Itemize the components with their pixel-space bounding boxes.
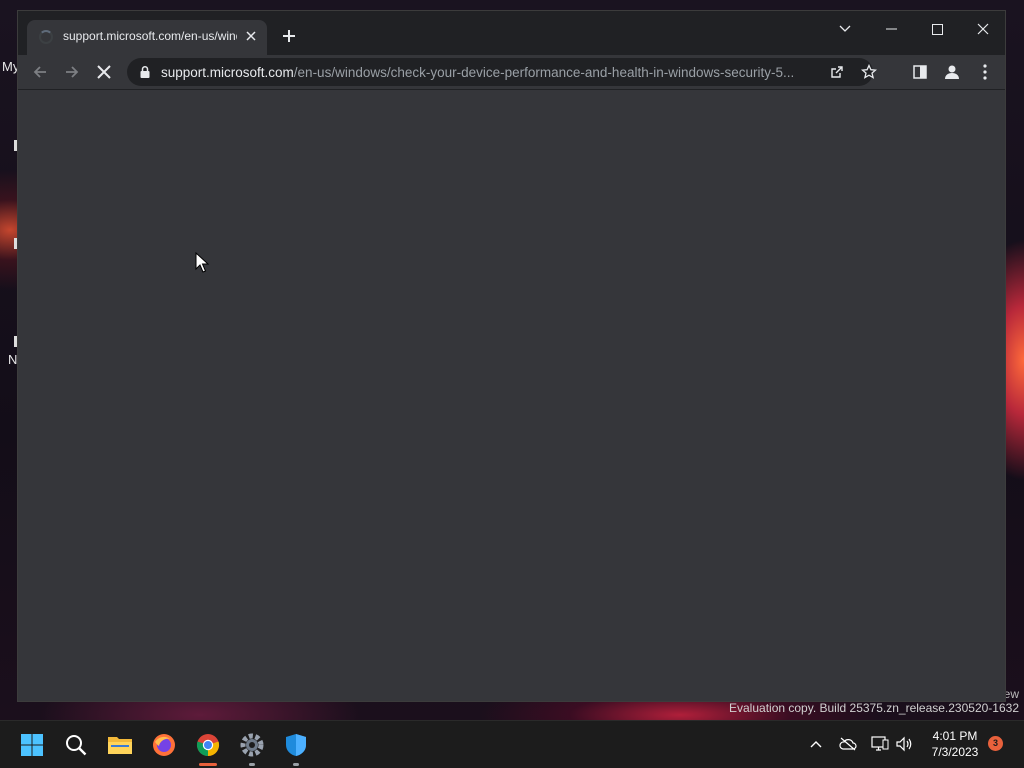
- url-host: support.microsoft.com: [161, 65, 294, 80]
- active-app-indicator: [199, 763, 217, 766]
- running-app-indicator: [293, 763, 299, 766]
- side-panel-icon[interactable]: [908, 60, 932, 84]
- browser-toolbar: support.microsoft.com/en-us/windows/chec…: [18, 55, 1005, 90]
- share-icon[interactable]: [825, 60, 849, 84]
- windows-security-icon[interactable]: [280, 729, 312, 766]
- tab-search-chevron-down-icon[interactable]: [825, 15, 865, 43]
- system-clock[interactable]: 4:01 PM 7/3/2023: [920, 728, 990, 760]
- clock-time: 4:01 PM: [932, 729, 978, 743]
- back-arrow-icon[interactable]: [28, 60, 52, 84]
- notification-count-badge[interactable]: 3: [988, 736, 1003, 751]
- taskbar: 4:01 PM 7/3/2023: [0, 720, 1024, 768]
- chrome-icon[interactable]: [192, 729, 224, 766]
- browser-window: support.microsoft.com/en-us/windows/chec…: [17, 10, 1006, 702]
- new-tab-button[interactable]: [277, 25, 301, 49]
- tab-title: support.microsoft.com/en-us/windows/chec…: [63, 29, 237, 43]
- desktop-icon-label-fragment: N: [8, 352, 18, 367]
- title-bar[interactable]: support.microsoft.com/en-us/windows/chec…: [18, 11, 1005, 55]
- network-icon[interactable]: [869, 733, 891, 755]
- evaluation-watermark: Evaluation copy. Build 25375.zn_release.…: [729, 701, 1019, 715]
- onedrive-offline-icon[interactable]: [837, 733, 859, 755]
- search-icon[interactable]: [60, 729, 92, 761]
- file-explorer-icon[interactable]: [104, 729, 136, 761]
- browser-tab[interactable]: support.microsoft.com/en-us/windows/chec…: [27, 20, 267, 55]
- forward-arrow-icon[interactable]: [60, 60, 84, 84]
- stop-loading-icon[interactable]: [92, 60, 116, 84]
- firefox-icon[interactable]: [148, 729, 180, 761]
- star-icon[interactable]: [857, 60, 881, 84]
- mouse-pointer-icon: [195, 252, 209, 273]
- loading-spinner-icon: [39, 30, 53, 44]
- chevron-up-icon[interactable]: [805, 733, 827, 755]
- minimize-button[interactable]: [871, 15, 911, 43]
- url-text[interactable]: support.microsoft.com/en-us/windows/chec…: [161, 65, 797, 80]
- profile-icon[interactable]: [940, 60, 964, 84]
- kebab-menu-icon[interactable]: [973, 60, 997, 84]
- windows-start-icon[interactable]: [16, 729, 48, 761]
- settings-icon[interactable]: [236, 729, 268, 766]
- tab-close-icon[interactable]: [241, 27, 261, 47]
- url-path: /en-us/windows/check-your-device-perform…: [293, 65, 795, 80]
- address-bar[interactable]: support.microsoft.com/en-us/windows/chec…: [127, 58, 877, 86]
- maximize-button[interactable]: [917, 15, 957, 43]
- close-window-button[interactable]: [963, 15, 1003, 43]
- volume-icon[interactable]: [893, 733, 915, 755]
- running-app-indicator: [249, 763, 255, 766]
- lock-icon[interactable]: [138, 65, 152, 79]
- clock-date: 7/3/2023: [931, 745, 979, 759]
- page-content-blank[interactable]: [18, 90, 1005, 701]
